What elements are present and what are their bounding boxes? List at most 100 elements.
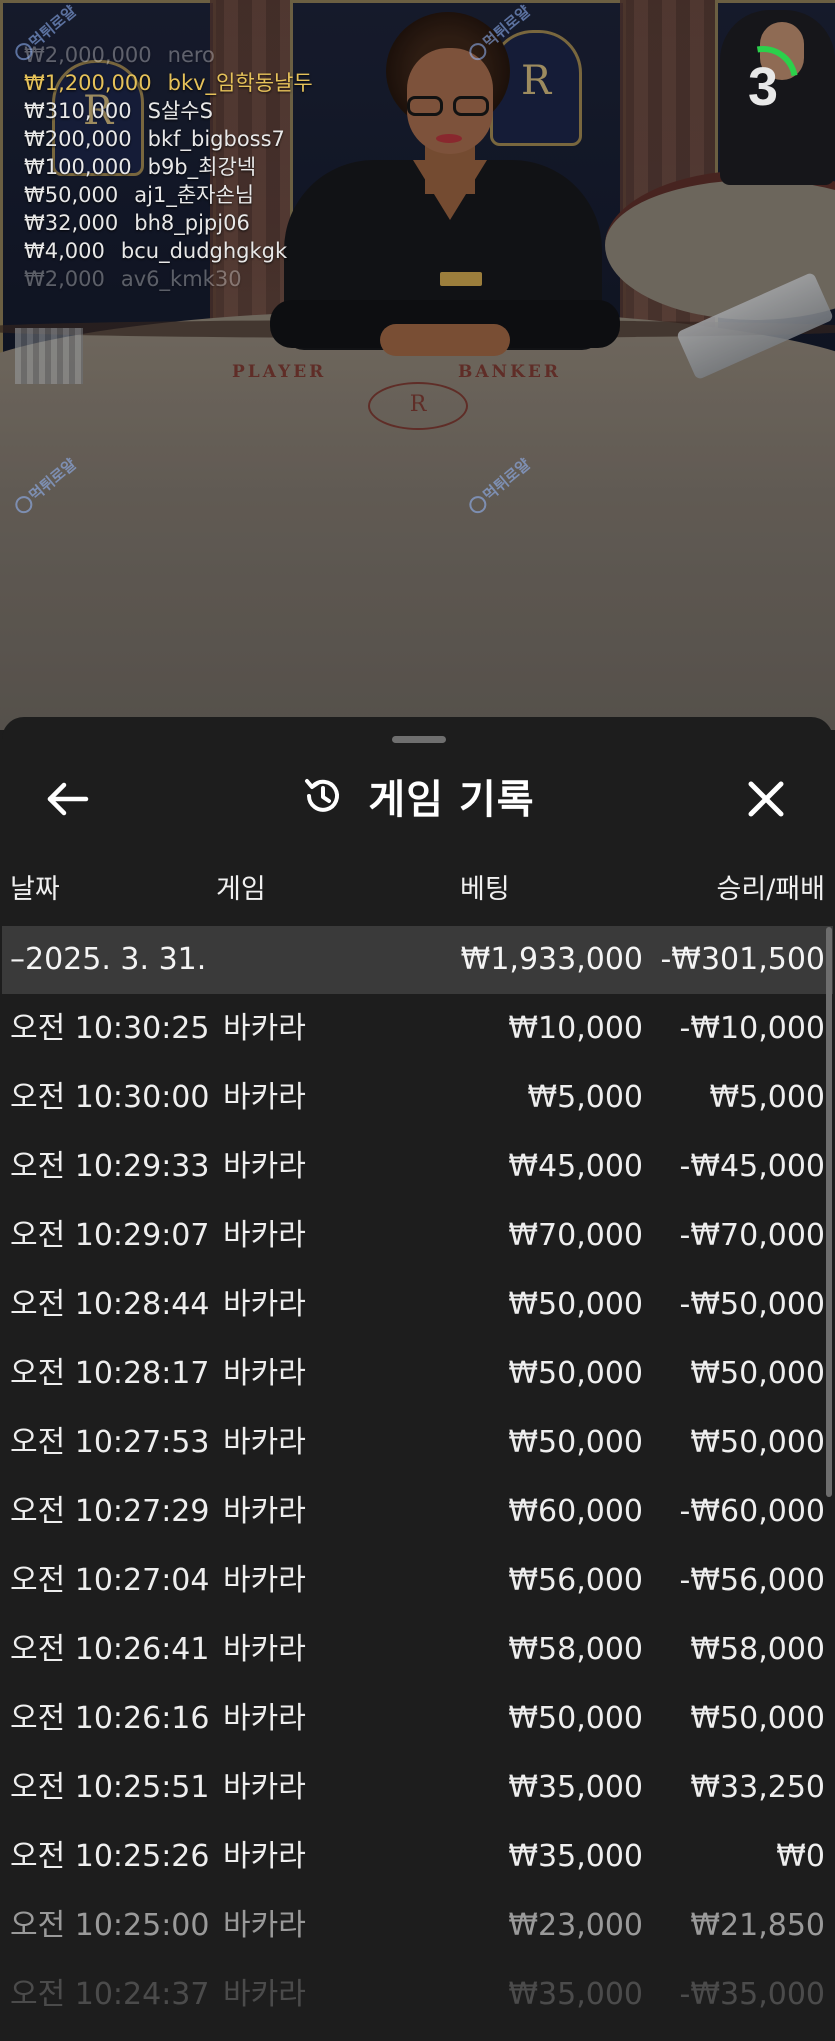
winner-entry: ₩1,200,000 bkv_임학동날두 — [24, 68, 313, 98]
column-header-date[interactable]: 날짜 — [10, 867, 60, 906]
column-header-bet[interactable]: 베팅 — [460, 867, 510, 906]
row-result: -₩45,000 — [679, 1149, 825, 1184]
row-result: ₩50,000 — [690, 1701, 825, 1736]
row-game: 바카라 — [223, 1356, 306, 1391]
row-game: 바카라 — [223, 1701, 306, 1736]
row-bet: ₩10,000 — [508, 1011, 643, 1046]
row-bet: ₩50,000 — [508, 1287, 643, 1322]
history-row[interactable]: 오전 10:29:33 바카라 ₩45,000 -₩45,000 — [2, 1132, 833, 1201]
row-time: 오전 10:25:51 — [10, 1770, 210, 1805]
history-row[interactable]: 오전 10:27:29 바카라 ₩60,000 -₩60,000 — [2, 1477, 833, 1546]
scrollbar[interactable] — [826, 927, 832, 1497]
winner-username: bcu_dudghgkgk — [120, 239, 288, 263]
history-row[interactable]: 오전 10:27:04 바카라 ₩56,000 -₩56,000 — [2, 1546, 833, 1615]
row-time: 오전 10:25:00 — [10, 1908, 210, 1943]
row-game: 바카라 — [223, 1287, 306, 1322]
winner-amount: ₩1,200,000 — [24, 71, 152, 95]
game-history-sheet: 게임 기록 날짜 게임 베팅 승리/패배 –2025. 3. 31. ₩1,93… — [2, 717, 833, 2041]
row-result: ₩50,000 — [690, 1356, 825, 1391]
row-time: 오전 10:30:25 — [10, 1011, 210, 1046]
winner-amount: ₩100,000 — [24, 155, 132, 179]
row-bet: ₩35,000 — [508, 1770, 643, 1805]
sheet-title: 게임 기록 — [368, 777, 535, 823]
history-row[interactable]: 오전 10:28:44 바카라 ₩50,000 -₩50,000 — [2, 1270, 833, 1339]
row-result: ₩0 — [776, 1839, 825, 1874]
row-bet: ₩50,000 — [508, 1425, 643, 1460]
row-bet: ₩50,000 — [508, 1356, 643, 1391]
row-result: ₩5,000 — [709, 1080, 825, 1115]
row-game: 바카라 — [223, 1218, 306, 1253]
summary-bet-total: ₩1,933,000 — [460, 942, 643, 977]
winner-entry: ₩2,000 av6_kmk30 — [24, 264, 242, 294]
column-header-game[interactable]: 게임 — [216, 867, 266, 906]
history-row[interactable]: 오전 10:30:25 바카라 ₩10,000 -₩10,000 — [2, 994, 833, 1063]
row-game: 바카라 — [223, 1425, 306, 1460]
row-game: 바카라 — [223, 1908, 306, 1943]
summary-result-total: -₩301,500 — [660, 942, 825, 977]
winner-entry: ₩50,000 aj1_춘자손님 — [24, 180, 254, 210]
winner-username: bkf_bigboss7 — [147, 127, 285, 151]
winner-username: bh8_pjpj06 — [134, 211, 250, 235]
winner-amount: ₩4,000 — [24, 239, 105, 263]
history-row[interactable]: 오전 10:25:26 바카라 ₩35,000 ₩0 — [2, 1822, 833, 1891]
row-bet: ₩5,000 — [527, 1080, 643, 1115]
row-game: 바카라 — [223, 1494, 306, 1529]
betting-countdown: 3 — [714, 32, 812, 136]
winner-username: S살수S — [147, 99, 213, 123]
history-row[interactable]: 오전 10:28:17 바카라 ₩50,000 ₩50,000 — [2, 1339, 833, 1408]
close-icon — [748, 781, 784, 817]
sheet-drag-handle[interactable] — [392, 736, 446, 743]
row-result: -₩50,000 — [679, 1287, 825, 1322]
row-game: 바카라 — [223, 1770, 306, 1805]
history-row[interactable]: 오전 10:27:53 바카라 ₩50,000 ₩50,000 — [2, 1408, 833, 1477]
history-row[interactable]: 오전 10:24:37 바카라 ₩35,000 -₩35,000 — [2, 1960, 833, 2029]
row-game: 바카라 — [223, 1632, 306, 1667]
winner-entry: ₩100,000 b9b_최강넥 — [24, 152, 256, 182]
winner-amount: ₩50,000 — [24, 183, 119, 207]
row-bet: ₩23,000 — [508, 1908, 643, 1943]
table-header: 날짜 게임 베팅 승리/패배 — [2, 867, 833, 911]
row-time: 오전 10:28:44 — [10, 1287, 210, 1322]
column-header-result[interactable]: 승리/패배 — [717, 867, 825, 906]
row-time: 오전 10:26:41 — [10, 1632, 210, 1667]
row-time: 오전 10:29:33 — [10, 1149, 210, 1184]
winner-entry: ₩4,000 bcu_dudghgkgk — [24, 236, 287, 266]
row-result: -₩56,000 — [679, 1563, 825, 1598]
winner-username: av6_kmk30 — [120, 267, 242, 291]
row-time: 오전 10:26:16 — [10, 1701, 210, 1736]
row-time: 오전 10:30:00 — [10, 1080, 210, 1115]
history-row[interactable]: 오전 10:30:00 바카라 ₩5,000 ₩5,000 — [2, 1063, 833, 1132]
history-row[interactable]: 오전 10:29:07 바카라 ₩70,000 -₩70,000 — [2, 1201, 833, 1270]
history-row[interactable]: 오전 10:26:16 바카라 ₩50,000 ₩50,000 — [2, 1684, 833, 1753]
row-bet: ₩60,000 — [508, 1494, 643, 1529]
date-summary-row[interactable]: –2025. 3. 31. ₩1,933,000 -₩301,500 — [2, 926, 833, 994]
row-game: 바카라 — [223, 1080, 306, 1115]
winner-amount: ₩310,000 — [24, 99, 132, 123]
row-bet: ₩56,000 — [508, 1563, 643, 1598]
sheet-header: 게임 기록 — [2, 761, 833, 831]
row-game: 바카라 — [223, 1563, 306, 1598]
winner-entry: ₩310,000 S살수S — [24, 96, 213, 126]
history-icon — [305, 779, 340, 812]
row-game: 바카라 — [223, 1149, 306, 1184]
summary-date: –2025. 3. 31. — [10, 942, 207, 977]
row-result: -₩60,000 — [679, 1494, 825, 1529]
row-bet: ₩58,000 — [508, 1632, 643, 1667]
winner-entry: ₩32,000 bh8_pjpj06 — [24, 208, 250, 238]
close-button[interactable] — [732, 765, 800, 833]
row-bet: ₩45,000 — [508, 1149, 643, 1184]
row-result: -₩35,000 — [679, 1977, 825, 2012]
row-result: -₩10,000 — [679, 1011, 825, 1046]
history-row[interactable]: 오전 10:25:51 바카라 ₩35,000 ₩33,250 — [2, 1753, 833, 1822]
winner-amount: ₩2,000 — [24, 267, 105, 291]
row-time: 오전 10:29:07 — [10, 1218, 210, 1253]
winner-username: nero — [167, 43, 215, 67]
countdown-number: 3 — [747, 57, 779, 117]
row-game: 바카라 — [223, 1977, 306, 2012]
history-row[interactable]: 오전 10:26:41 바카라 ₩58,000 ₩58,000 — [2, 1615, 833, 1684]
row-result: ₩50,000 — [690, 1425, 825, 1460]
history-row[interactable]: 오전 10:25:00 바카라 ₩23,000 ₩21,850 — [2, 1891, 833, 1960]
row-game: 바카라 — [223, 1839, 306, 1874]
row-result: ₩33,250 — [690, 1770, 825, 1805]
winner-amount: ₩200,000 — [24, 127, 132, 151]
